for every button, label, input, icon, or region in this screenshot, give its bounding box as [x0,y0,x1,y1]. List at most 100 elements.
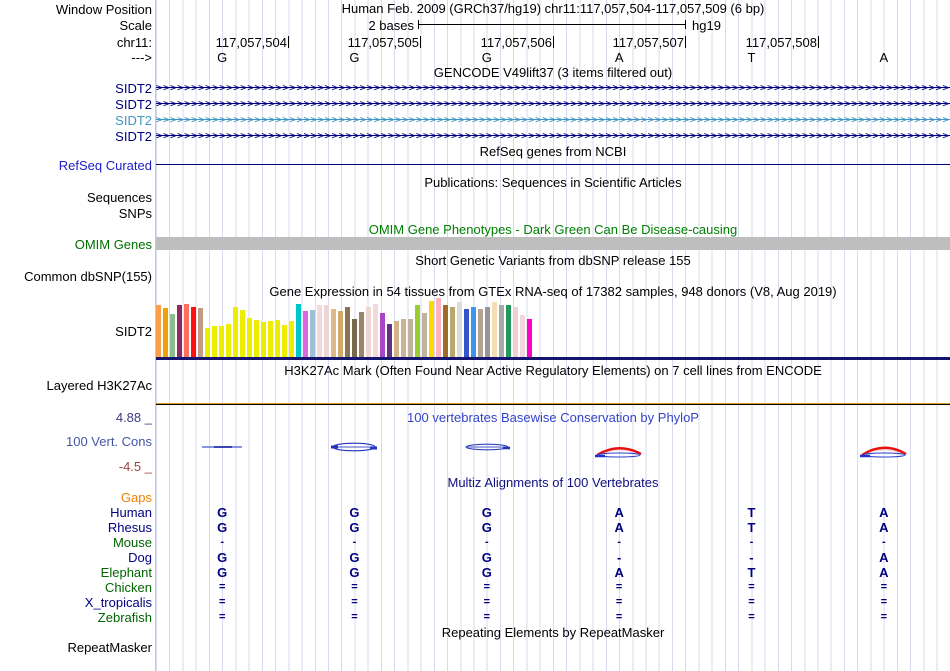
gtex-tissue-bar[interactable] [324,305,329,357]
gtex-tissue-bar[interactable] [380,313,385,357]
phylop-conservation-wiggle[interactable] [156,432,950,466]
gtex-tissue-bar[interactable] [184,304,189,357]
layered-h3k27ac-label[interactable]: Layered H3K27Ac [0,378,152,393]
gtex-tissue-bar[interactable] [352,319,357,357]
sequences-label[interactable]: Sequences [0,190,152,205]
gtex-tissue-bar[interactable] [198,308,203,357]
gtex-tissue-bar[interactable] [310,310,315,357]
gtex-tissue-bar[interactable] [338,311,343,357]
gtex-tissue-bar[interactable] [247,318,252,357]
sequence-cell: G [349,50,360,65]
repeatmasker-label[interactable]: RepeatMasker [0,640,152,655]
species-label-chicken[interactable]: Chicken [0,580,152,595]
alignment-row-mouse[interactable]: ------ [156,535,950,550]
alignment-row-rhesus[interactable]: GGGATA [156,520,950,535]
transcript-arrows[interactable]: >>>>>>>>>>>>>>>>>>>>>>>>>>>>>>>>>>>>>>>>… [156,98,950,109]
species-label-human[interactable]: Human [0,505,152,520]
gtex-tissue-bar[interactable] [478,309,483,357]
gtex-tissue-bar[interactable] [240,310,245,357]
gtex-tissue-bar[interactable] [303,311,308,357]
gtex-tissue-bar[interactable] [289,321,294,357]
gtex-tissue-bar[interactable] [506,305,511,357]
gtex-tissue-bar[interactable] [156,305,161,357]
gtex-tissue-bar[interactable] [219,326,224,357]
gtex-tissue-bar[interactable] [401,319,406,357]
transcript-arrows[interactable]: >>>>>>>>>>>>>>>>>>>>>>>>>>>>>>>>>>>>>>>>… [156,130,950,141]
gtex-tissue-bar[interactable] [492,302,497,357]
gtex-tissue-bar[interactable] [457,302,462,357]
gtex-tissue-bar[interactable] [254,320,259,357]
gtex-tissue-bar[interactable] [359,312,364,357]
species-label-rhesus[interactable]: Rhesus [0,520,152,535]
snps-label[interactable]: SNPs [0,206,152,221]
gencode-item-label[interactable]: SIDT2 [0,129,152,144]
gtex-tissue-bar[interactable] [366,307,371,357]
sequence-cell: G [217,550,228,565]
gtex-tissue-bar[interactable] [191,307,196,357]
gencode-item-label[interactable]: SIDT2 [0,81,152,96]
species-label-dog[interactable]: Dog [0,550,152,565]
sequence-cell: - [352,536,357,548]
gtex-tissue-bar[interactable] [499,305,504,357]
gtex-tissue-bar[interactable] [317,305,322,357]
gtex-gene-label[interactable]: SIDT2 [0,324,152,339]
sequence-cell: G [349,520,360,535]
gtex-tissue-bar[interactable] [205,328,210,357]
gtex-tissue-bar[interactable] [296,304,301,357]
omim-gene-bar[interactable] [156,237,950,250]
species-label-zebrafish[interactable]: Zebrafish [0,610,152,625]
gtex-tissue-bar[interactable] [170,314,175,357]
omim-genes-label[interactable]: OMIM Genes [0,237,152,252]
gencode-item-label[interactable]: SIDT2 [0,97,152,112]
alignment-row-human[interactable]: GGGATA [156,505,950,520]
gtex-tissue-bar[interactable] [464,309,469,357]
sequence-cell: - [220,536,224,548]
gtex-tissue-bar[interactable] [450,307,455,357]
refseq-curated-label[interactable]: RefSeq Curated [0,158,152,173]
gtex-tissue-bar[interactable] [520,315,525,357]
gtex-tissue-bar[interactable] [261,322,266,357]
alignment-row-dog[interactable]: GGG--A [156,550,950,565]
gtex-tissue-bar[interactable] [345,307,350,357]
gtex-tissue-bar[interactable] [163,308,168,357]
transcript-arrows[interactable]: >>>>>>>>>>>>>>>>>>>>>>>>>>>>>>>>>>>>>>>>… [156,114,950,125]
gtex-tissue-bar[interactable] [177,305,182,357]
gtex-tissue-bar[interactable] [373,304,378,357]
common-dbsnp-label[interactable]: Common dbSNP(155) [0,269,152,284]
alignment-row-chicken[interactable]: = = = = = = [156,580,950,595]
species-label-mouse[interactable]: Mouse [0,535,152,550]
phylop-track-label[interactable]: 100 Vert. Cons [0,434,152,449]
reference-base-row[interactable]: GGGATA [156,50,950,65]
gtex-tissue-bar[interactable] [212,326,217,357]
refseq-gene-line[interactable] [156,164,950,165]
strand-direction-label[interactable]: ---> [0,50,152,65]
gtex-tissue-bar[interactable] [268,321,273,357]
gtex-tissue-bar[interactable] [331,309,336,357]
gtex-tissue-bar[interactable] [527,319,532,357]
species-label-elephant[interactable]: Elephant [0,565,152,580]
gtex-tissue-bar[interactable] [387,324,392,357]
gtex-tissue-bar[interactable] [275,320,280,357]
gtex-tissue-bar[interactable] [226,324,231,357]
species-label-gaps[interactable]: Gaps [0,490,152,505]
transcript-arrows[interactable]: >>>>>>>>>>>>>>>>>>>>>>>>>>>>>>>>>>>>>>>>… [156,82,950,93]
gtex-tissue-bar[interactable] [485,307,490,357]
alignment-row-x-tropicalis[interactable]: = = = = = = [156,595,950,610]
gtex-tissue-bar[interactable] [415,305,420,357]
publications-track-title: Publications: Sequences in Scientific Ar… [424,175,682,190]
gtex-tissue-bar[interactable] [471,307,476,357]
gtex-tissue-bar[interactable] [394,321,399,357]
gtex-tissue-bar[interactable] [408,319,413,357]
gtex-tissue-bar[interactable] [443,305,448,357]
gencode-item-label[interactable]: SIDT2 [0,113,152,128]
gtex-expression-bar-chart[interactable] [156,297,534,357]
alignment-row-zebrafish[interactable]: = = = = = = [156,610,950,625]
gtex-tissue-bar[interactable] [233,307,238,357]
gtex-tissue-bar[interactable] [513,307,518,357]
gtex-tissue-bar[interactable] [429,301,434,357]
gtex-tissue-bar[interactable] [436,298,441,357]
species-label-x-tropicalis[interactable]: X_tropicalis [0,595,152,610]
alignment-row-elephant[interactable]: GGGATA [156,565,950,580]
gtex-tissue-bar[interactable] [282,325,287,357]
gtex-tissue-bar[interactable] [422,313,427,357]
